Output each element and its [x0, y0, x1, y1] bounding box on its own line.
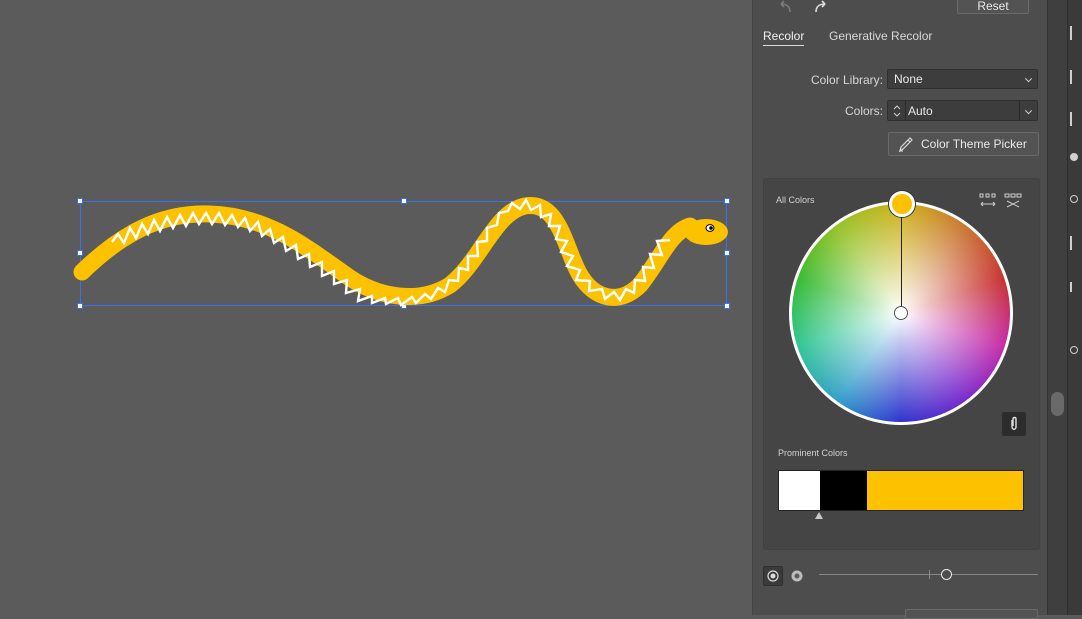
recolor-panel: Reset Recolor Generative Recolor Color L…: [752, 0, 1047, 619]
tab-recolor[interactable]: Recolor: [763, 29, 805, 46]
snake-pupil: [709, 226, 713, 230]
undo-icon[interactable]: [777, 0, 795, 16]
bottom-row-control[interactable]: [905, 609, 1038, 619]
reset-button[interactable]: Reset: [957, 0, 1029, 14]
prominent-swatch-yellow[interactable]: [867, 471, 1023, 510]
color-library-label: Color Library:: [810, 73, 883, 87]
chevron-down-icon: [1024, 75, 1033, 83]
dock-tool-8-icon[interactable]: [1070, 346, 1078, 354]
prominent-swatch-black[interactable]: [820, 471, 867, 510]
wheel-handle-line: [901, 215, 902, 313]
dock-tool-6-icon[interactable]: [1070, 236, 1082, 250]
redo-icon[interactable]: [811, 0, 829, 16]
dock-tool-4-icon[interactable]: [1070, 153, 1078, 161]
color-library-dropdown[interactable]: None: [887, 69, 1038, 89]
snake-artwork[interactable]: [0, 0, 752, 615]
dock-tool-3-icon[interactable]: [1070, 112, 1082, 126]
dock-tool-5-icon[interactable]: [1070, 195, 1078, 203]
brightness-slider-thumb[interactable]: [941, 569, 952, 580]
base-color-handle[interactable]: [889, 191, 915, 217]
prominent-colors-bar[interactable]: [778, 470, 1024, 511]
color-theme-picker-label: Color Theme Picker: [921, 137, 1027, 151]
panel-scrollbar-track[interactable]: [1047, 0, 1067, 615]
stepper-arrows-icon[interactable]: [892, 103, 902, 119]
link-icon[interactable]: [1002, 412, 1026, 436]
all-colors-label: All Colors: [776, 195, 815, 205]
prominent-colors-label: Prominent Colors: [778, 448, 848, 458]
colors-stepper-field[interactable]: Auto: [887, 100, 1038, 121]
swap-colors-icon[interactable]: [1004, 193, 1022, 209]
color-library-value: None: [894, 72, 923, 86]
right-panel-dock: [1067, 0, 1082, 615]
color-wheel-panel: All Colors Prominent Colors: [763, 178, 1040, 550]
artboard-canvas[interactable]: [0, 0, 752, 615]
slider-center-tick: [929, 570, 930, 579]
snake-body: [73, 197, 699, 306]
tab-generative-recolor[interactable]: Generative Recolor: [829, 29, 932, 43]
colors-value: Auto: [908, 103, 933, 118]
panel-scrollbar-thumb[interactable]: [1051, 392, 1064, 416]
dock-tool-1-icon[interactable]: [1070, 26, 1082, 40]
saturation-mode-icon[interactable]: [763, 566, 783, 586]
snake-head: [684, 219, 728, 245]
colors-label: Colors:: [844, 104, 883, 118]
spread-harmony-icon[interactable]: [979, 193, 997, 209]
color-theme-picker-button[interactable]: Color Theme Picker: [888, 132, 1039, 156]
wheel-center-point[interactable]: [894, 306, 908, 320]
dock-tool-2-icon[interactable]: [1070, 70, 1082, 84]
brightness-mode-icon[interactable]: [787, 566, 807, 586]
prominent-divider-handle[interactable]: [815, 512, 823, 519]
prominent-swatch-white[interactable]: [779, 471, 820, 510]
eyedropper-icon: [897, 135, 915, 153]
dock-tool-7-icon[interactable]: [1070, 282, 1076, 292]
chevron-down-icon[interactable]: [1024, 106, 1033, 114]
